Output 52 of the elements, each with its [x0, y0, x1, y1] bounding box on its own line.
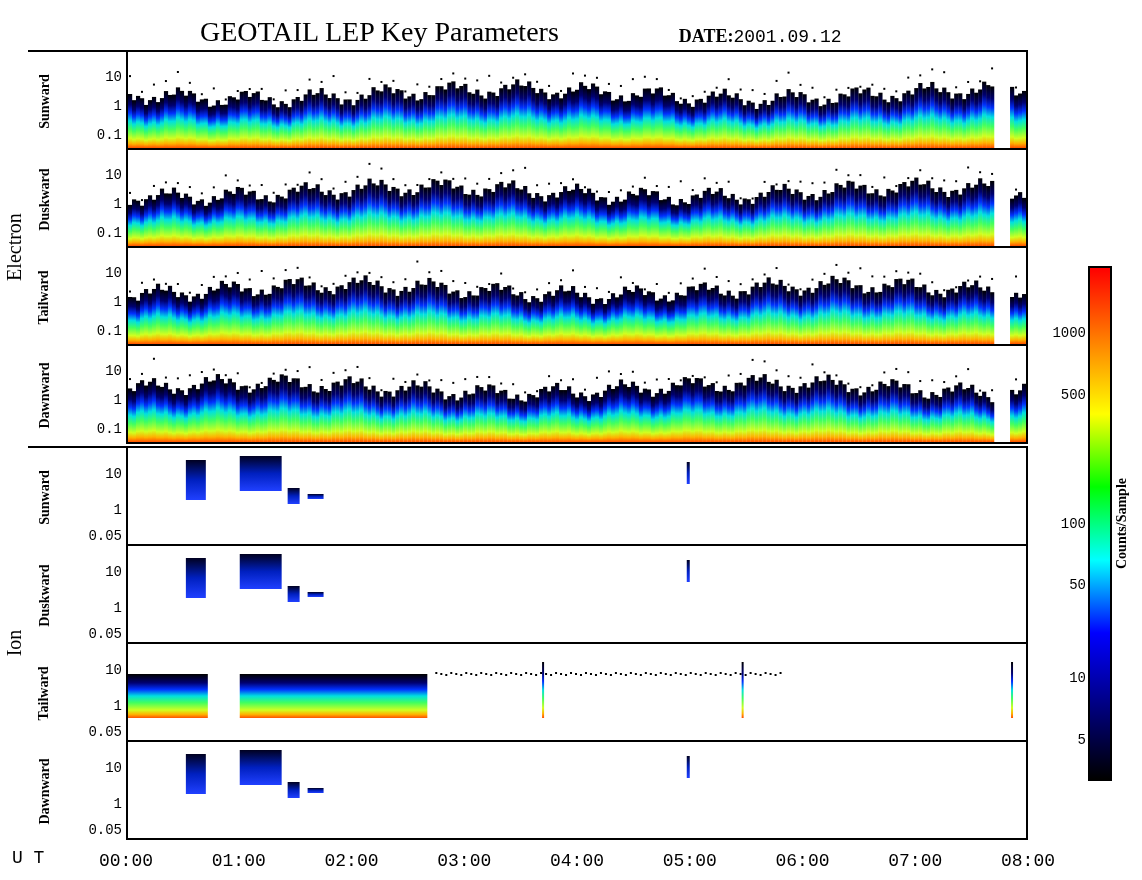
x-tick-label: 08:00	[1001, 850, 1055, 873]
x-tick-label: 06:00	[775, 850, 830, 873]
colorbar-tick-label: 100	[1060, 514, 1086, 533]
panel-label: Dawnward	[35, 757, 53, 825]
group-label: Electron	[2, 213, 26, 281]
y-tick-label: 10	[105, 263, 122, 282]
group-label: Ion	[2, 629, 26, 657]
x-tick-label: 04:00	[550, 850, 604, 873]
y-tick-label: 0.1	[96, 321, 122, 341]
y-tick-label: 0.05	[88, 624, 122, 644]
y-tick-label: 0.1	[96, 223, 122, 243]
y-tick-label: 10	[105, 562, 122, 582]
chart-title: GEOTAIL LEP Key Parameters	[200, 18, 559, 46]
y-tick-label: 1	[113, 500, 122, 520]
y-tick-label: 0.1	[96, 419, 122, 439]
x-tick-label: 02:00	[324, 850, 379, 873]
colorbar-label: Counts/Sample	[1113, 478, 1131, 569]
y-tick-label: 1	[113, 292, 122, 312]
y-tick-label: 10	[105, 464, 122, 484]
y-tick-label: 10	[105, 165, 122, 184]
colorbar-tick-label: 1000	[1052, 323, 1086, 343]
panel-label: Sunward	[35, 469, 53, 525]
x-tick-label: 01:00	[211, 850, 266, 873]
y-tick-label: 0.1	[96, 125, 122, 145]
x-tick-label: 03:00	[437, 850, 492, 873]
colorbar-tick-label: 10	[1069, 668, 1086, 688]
y-tick-label: 1	[113, 598, 122, 618]
colorbar-tick-label: 50	[1069, 575, 1086, 595]
panel-label: Duskward	[35, 563, 53, 627]
y-tick-label: 0.05	[88, 526, 122, 546]
x-tick-label: 07:00	[888, 850, 943, 873]
panel-label: Tailward	[35, 666, 53, 720]
y-tick-label: 10	[105, 361, 122, 380]
date-label: DATE:2001.09.12	[678, 27, 842, 46]
x-tick-label: 05:00	[662, 850, 717, 873]
y-tick-label: 0.05	[88, 820, 122, 840]
y-tick-label: 0.05	[88, 722, 122, 742]
colorbar-tick-label: 5	[1077, 730, 1086, 750]
panel-label: Duskward	[35, 167, 53, 231]
y-tick-label: 1	[113, 696, 122, 716]
y-tick-label: 10	[105, 660, 122, 680]
y-tick-label: 1	[113, 390, 122, 410]
y-tick-label: 1	[113, 194, 122, 214]
colorbar-tick-label: 500	[1060, 385, 1086, 405]
panel-label: Sunward	[35, 73, 53, 129]
y-tick-label: 1	[113, 96, 122, 116]
panel-label: Tailward	[35, 270, 53, 324]
panel-label: Dawnward	[35, 361, 53, 429]
y-tick-label: 1	[113, 794, 122, 814]
x-tick-label: 00:00	[99, 850, 153, 873]
y-tick-label: 10	[105, 67, 122, 86]
y-tick-label: 10	[105, 758, 122, 778]
